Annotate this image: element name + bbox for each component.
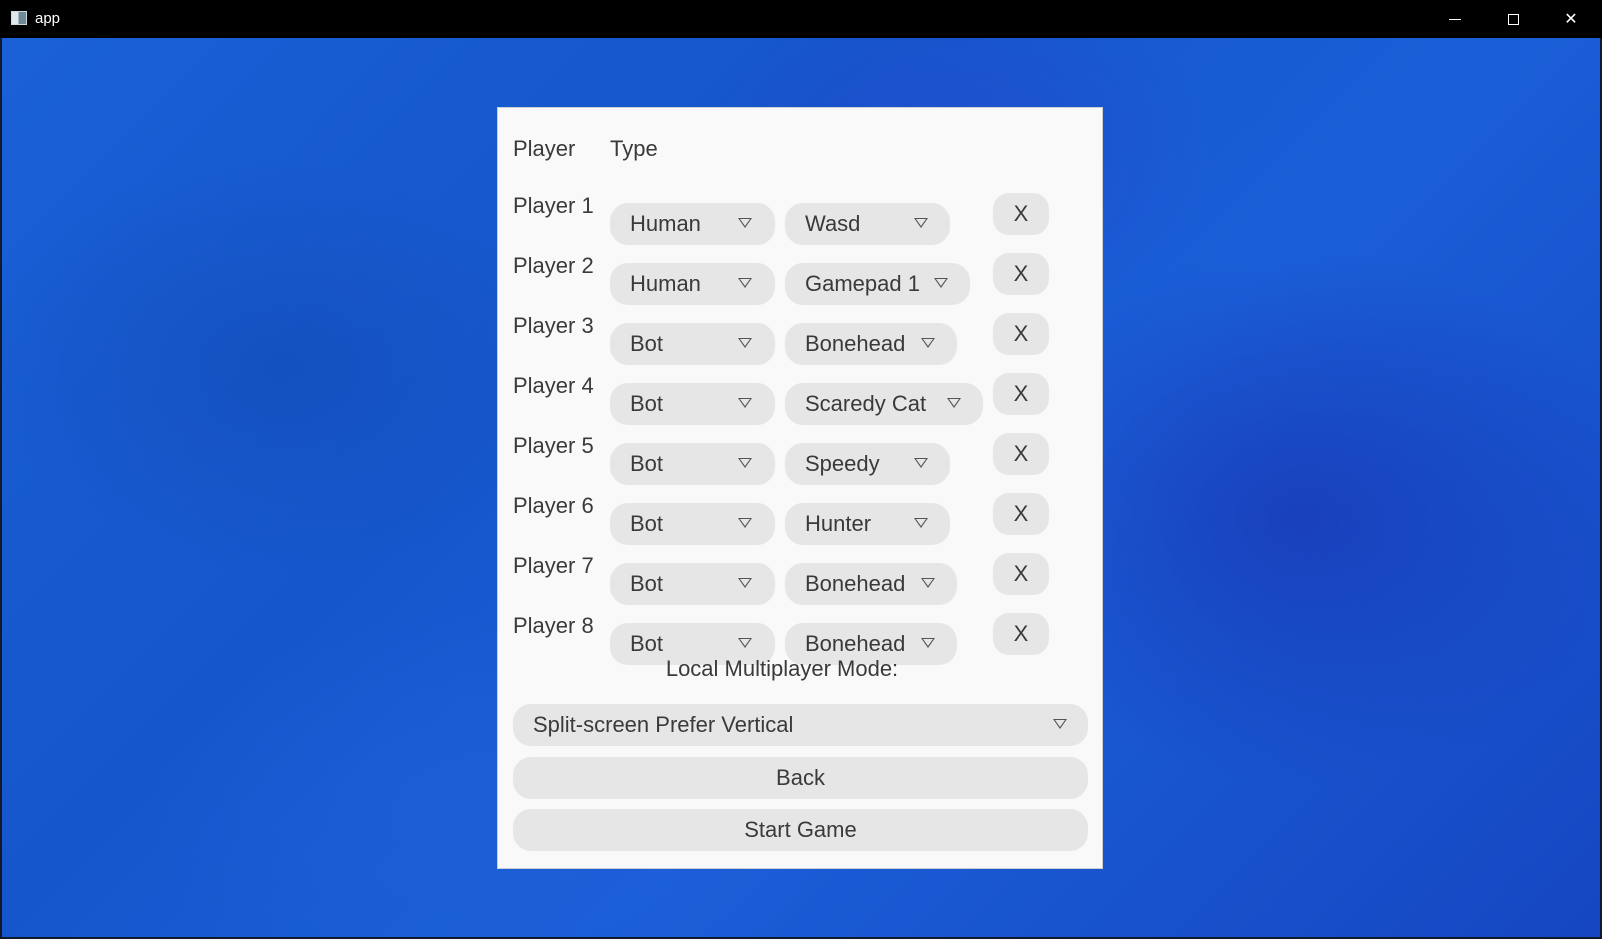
player-option-value: Hunter (805, 511, 872, 536)
player-label: Player 3 (513, 313, 594, 338)
remove-player-button[interactable]: X (993, 493, 1049, 535)
remove-player-button[interactable]: X (993, 313, 1049, 355)
app-icon (11, 11, 27, 25)
remove-player-button[interactable]: X (993, 253, 1049, 295)
chevron-down-icon (947, 398, 961, 408)
back-button[interactable]: Back (513, 757, 1088, 799)
chevron-down-icon (738, 278, 752, 288)
player-option-value: Bonehead (805, 631, 906, 656)
player-type-value: Bot (630, 511, 664, 536)
close-icon: ✕ (1564, 11, 1578, 28)
player-type-dropdown[interactable]: Bot (610, 323, 775, 365)
player-label: Player 4 (513, 373, 594, 398)
remove-player-button[interactable]: X (993, 193, 1049, 235)
player-option-dropdown[interactable]: Gamepad 1 (785, 263, 970, 305)
multiplayer-mode-value: Split-screen Prefer Vertical (533, 712, 794, 737)
player-option-dropdown[interactable]: Wasd (785, 203, 950, 245)
chevron-down-icon (921, 638, 935, 648)
player-row: Player 2 Human Gamepad 1 X (498, 253, 1102, 305)
player-option-value: Bonehead (805, 571, 906, 596)
maximize-icon (1507, 13, 1519, 25)
player-row: Player 1 Human Wasd X (498, 193, 1102, 245)
player-type-value: Human (630, 211, 701, 236)
player-type-dropdown[interactable]: Human (610, 263, 775, 305)
player-label: Player 2 (513, 253, 594, 278)
player-label: Player 6 (513, 493, 594, 518)
player-label: Player 7 (513, 553, 594, 578)
player-type-dropdown[interactable]: Bot (610, 383, 775, 425)
chevron-down-icon (738, 338, 752, 348)
chevron-down-icon (1053, 719, 1067, 729)
player-option-dropdown[interactable]: Speedy (785, 443, 950, 485)
player-row: Player 3 Bot Bonehead X (498, 313, 1102, 365)
player-type-dropdown[interactable]: Bot (610, 503, 775, 545)
close-button[interactable]: ✕ (1542, 0, 1600, 38)
player-row: Player 7 Bot Bonehead X (498, 553, 1102, 605)
player-label: Player 8 (513, 613, 594, 638)
title-bar: app ✕ (0, 0, 1602, 38)
player-option-dropdown[interactable]: Bonehead (785, 563, 957, 605)
player-option-value: Scaredy Cat (805, 391, 927, 416)
chevron-down-icon (738, 518, 752, 528)
start-game-button[interactable]: Start Game (513, 809, 1088, 851)
player-label: Player 1 (513, 193, 594, 218)
remove-player-button[interactable]: X (993, 553, 1049, 595)
minimize-button[interactable] (1426, 0, 1484, 38)
chevron-down-icon (921, 578, 935, 588)
player-option-value: Wasd (805, 211, 861, 236)
remove-player-button[interactable]: X (993, 373, 1049, 415)
local-multiplayer-mode-label: Local Multiplayer Mode: (665, 656, 899, 681)
multiplayer-mode-dropdown[interactable]: Split-screen Prefer Vertical (513, 704, 1088, 746)
player-type-value: Bot (630, 391, 664, 416)
player-type-value: Bot (630, 631, 664, 656)
minimize-icon (1449, 18, 1461, 20)
player-type-dropdown[interactable]: Bot (610, 563, 775, 605)
chevron-down-icon (738, 638, 752, 648)
player-row: Player 4 Bot Scaredy Cat X (498, 373, 1102, 425)
chevron-down-icon (738, 458, 752, 468)
header-type: Type (610, 136, 658, 161)
player-type-value: Bot (630, 571, 664, 596)
player-type-value: Human (630, 271, 701, 296)
player-type-dropdown[interactable]: Human (610, 203, 775, 245)
player-type-dropdown[interactable]: Bot (610, 443, 775, 485)
player-option-dropdown[interactable]: Hunter (785, 503, 950, 545)
remove-player-button[interactable]: X (993, 433, 1049, 475)
maximize-button[interactable] (1484, 0, 1542, 38)
player-option-dropdown[interactable]: Scaredy Cat (785, 383, 983, 425)
remove-player-button[interactable]: X (993, 613, 1049, 655)
chevron-down-icon (738, 218, 752, 228)
player-type-value: Bot (630, 451, 664, 476)
window-title: app (35, 10, 61, 27)
player-row: Player 5 Bot Speedy X (498, 433, 1102, 485)
chevron-down-icon (738, 398, 752, 408)
player-type-value: Bot (630, 331, 664, 356)
chevron-down-icon (934, 278, 948, 288)
app-window: app ✕ Player Type Player 1 Human Wasd X Play… (0, 0, 1602, 939)
player-label: Player 5 (513, 433, 594, 458)
chevron-down-icon (921, 338, 935, 348)
header-player: Player (513, 136, 576, 161)
chevron-down-icon (738, 578, 752, 588)
chevron-down-icon (914, 218, 928, 228)
chevron-down-icon (914, 458, 928, 468)
player-row: Player 8 Bot Bonehead X (498, 613, 1102, 665)
player-row: Player 6 Bot Hunter X (498, 493, 1102, 545)
player-option-value: Speedy (805, 451, 880, 476)
chevron-down-icon (914, 518, 928, 528)
player-setup-panel: Player Type Player 1 Human Wasd X Player 2 Hu… (497, 107, 1103, 869)
player-option-value: Bonehead (805, 331, 906, 356)
player-option-dropdown[interactable]: Bonehead (785, 323, 957, 365)
player-option-value: Gamepad 1 (805, 271, 920, 296)
